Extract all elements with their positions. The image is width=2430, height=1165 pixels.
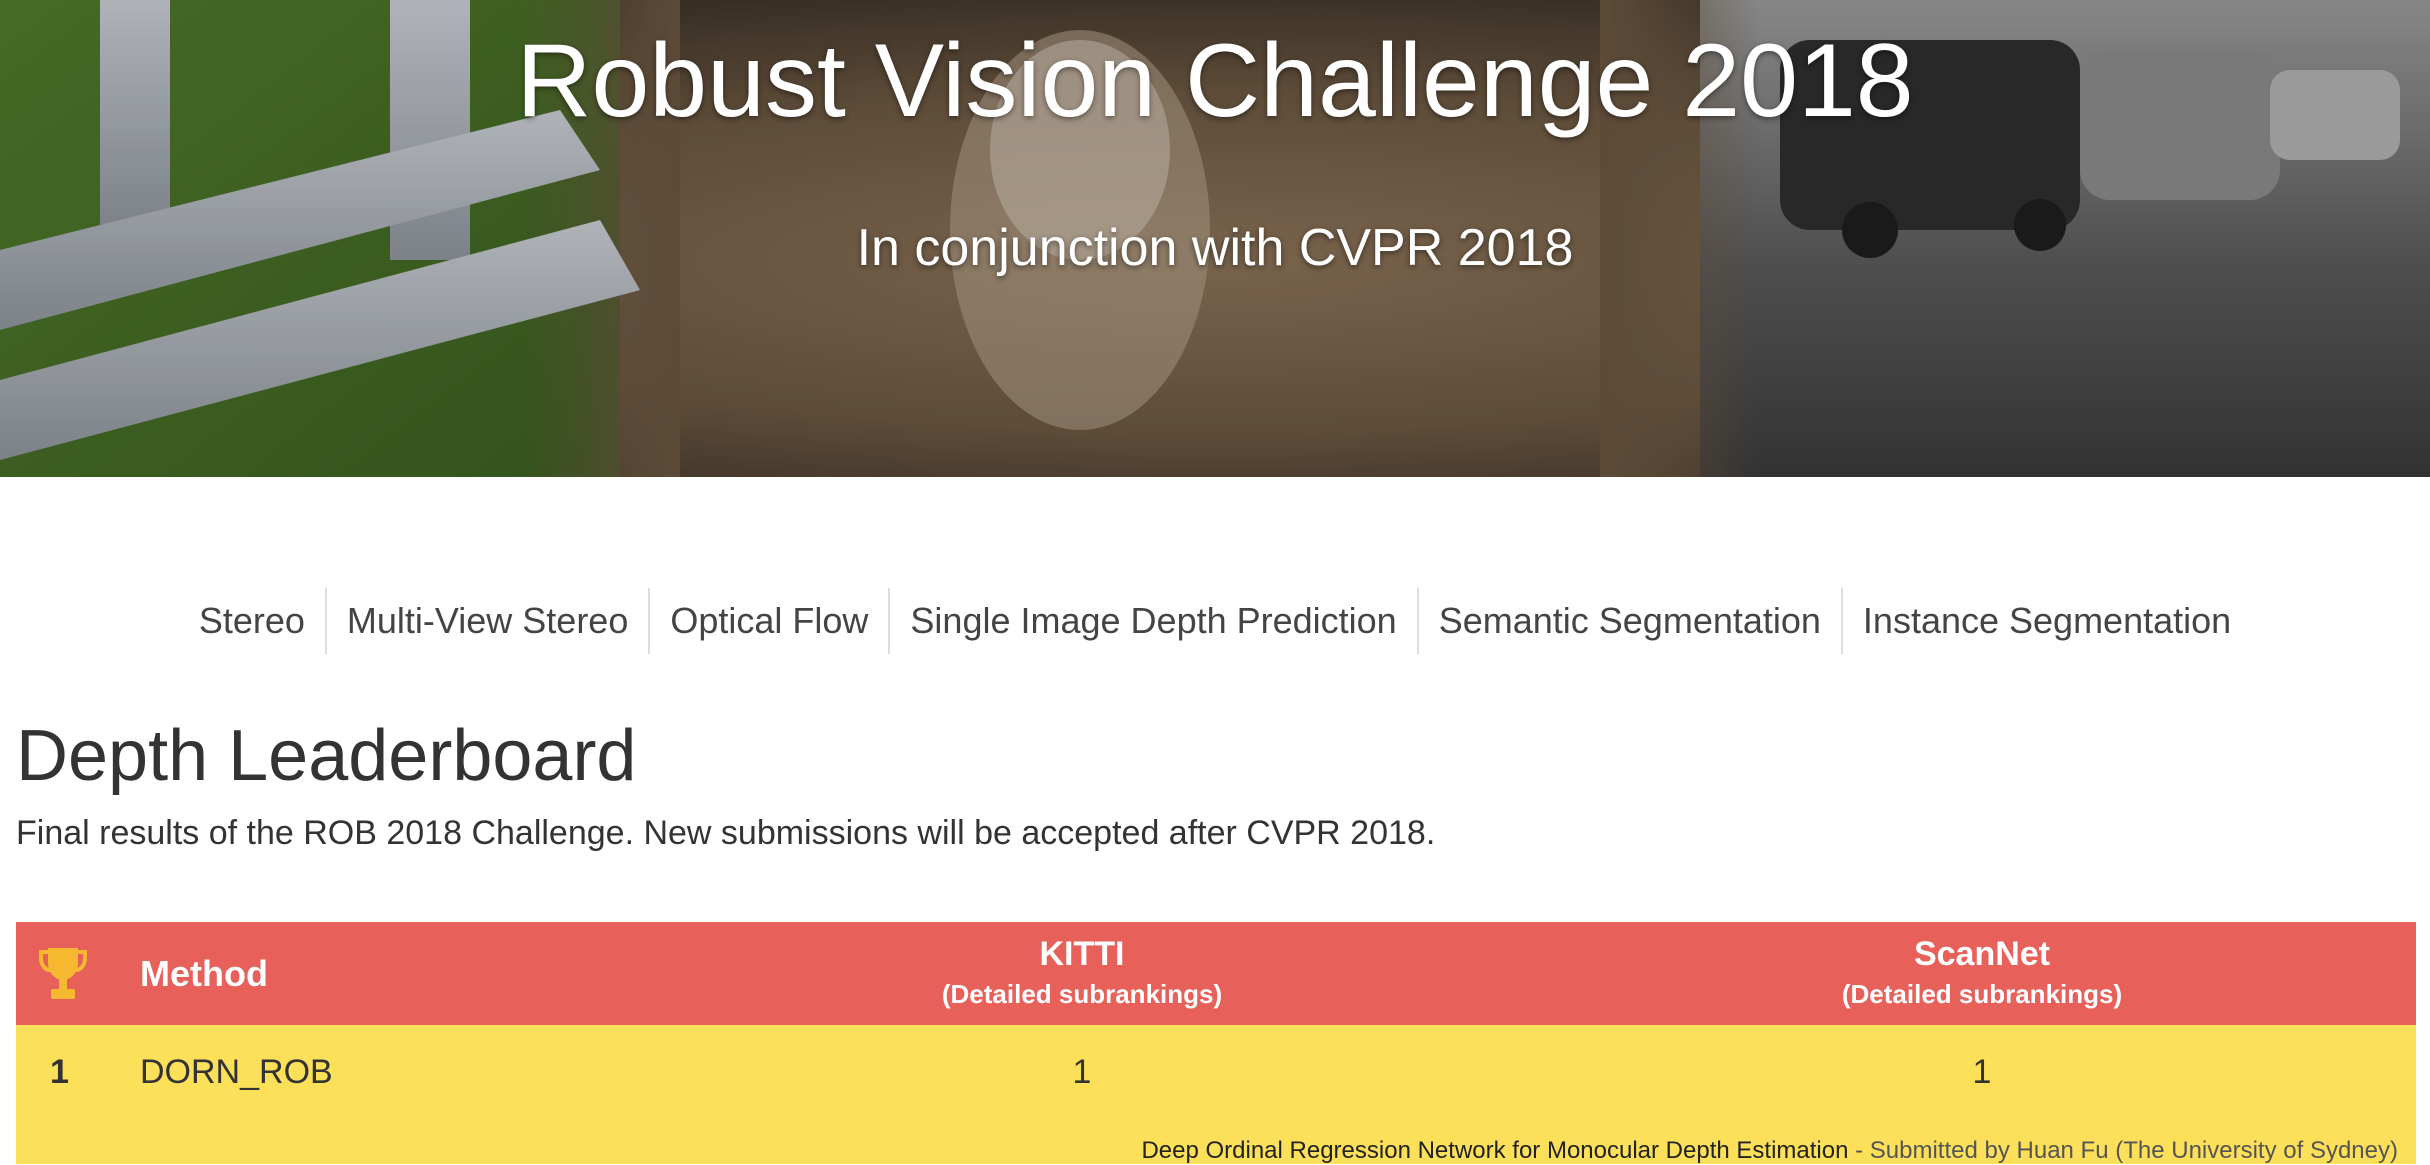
nav-item-instance-segmentation[interactable]: Instance Segmentation (1840, 588, 2251, 654)
column-header-scannet: ScanNet (Detailed subrankings) (1682, 932, 2282, 1012)
hero-banner: Robust Vision Challenge 2018 In conjunct… (0, 0, 2430, 477)
nav-item-optical-flow[interactable]: Optical Flow (648, 588, 888, 654)
column-header-method[interactable]: Method (140, 922, 268, 1025)
row-scannet-rank: 1 (1972, 1053, 1992, 1091)
hero-subtitle: In conjunction with CVPR 2018 (856, 219, 1574, 277)
challenge-nav: Stereo Multi-View Stereo Optical Flow Si… (0, 588, 2430, 654)
kitti-subrankings-link[interactable]: (Detailed subrankings) (782, 976, 1382, 1012)
row-method-name[interactable]: DORN_ROB (140, 1053, 333, 1092)
column-header-kitti: KITTI (Detailed subrankings) (782, 932, 1382, 1012)
hero-title: Robust Vision Challenge 2018 (516, 23, 1914, 139)
scannet-subrankings-link[interactable]: (Detailed subrankings) (1682, 976, 2282, 1012)
nav-item-stereo[interactable]: Stereo (179, 588, 325, 654)
row-separator: - (1848, 1137, 1870, 1164)
trophy-icon (39, 948, 87, 999)
row-kitti-rank: 1 (1072, 1053, 1092, 1091)
row-rank: 1 (50, 1053, 69, 1091)
kitti-header-label[interactable]: KITTI (782, 932, 1382, 976)
row-submitted-by: Submitted by Huan Fu (The University of … (1869, 1137, 2398, 1164)
page-title: Depth Leaderboard (16, 716, 637, 796)
table-row: 1 DORN_ROB 1 1 Deep Ordinal Regression N… (16, 1025, 2416, 1164)
row-paper-title: Deep Ordinal Regression Network for Mono… (1141, 1137, 1849, 1164)
scannet-header-label[interactable]: ScanNet (1682, 932, 2282, 976)
nav-item-single-image-depth[interactable]: Single Image Depth Prediction (888, 588, 1416, 654)
leaderboard-table: Method KITTI (Detailed subrankings) Scan… (16, 922, 2416, 1164)
table-header: Method KITTI (Detailed subrankings) Scan… (16, 922, 2416, 1025)
nav-item-semantic-segmentation[interactable]: Semantic Segmentation (1416, 588, 1841, 654)
page-description: Final results of the ROB 2018 Challenge.… (16, 814, 1436, 852)
row-submission-info: Deep Ordinal Regression Network for Mono… (1141, 1137, 2398, 1165)
nav-item-multi-view-stereo[interactable]: Multi-View Stereo (324, 588, 648, 654)
